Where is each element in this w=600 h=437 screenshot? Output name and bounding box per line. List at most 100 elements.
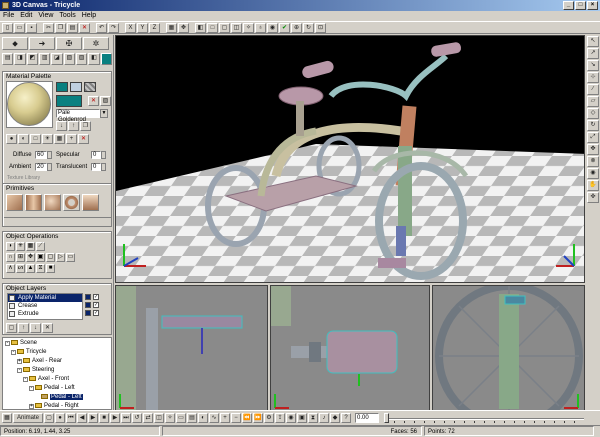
translucent-field[interactable]: 0	[91, 163, 101, 171]
camera-key-icon[interactable]: ◫	[154, 412, 164, 423]
last-frame-icon[interactable]: ⏭	[121, 412, 131, 423]
split-icon[interactable]: ◫	[231, 22, 242, 33]
sound-icon[interactable]: ♪	[319, 412, 329, 423]
tree-item[interactable]: - Pedal - Left	[29, 384, 75, 392]
play-icon[interactable]: ▶	[88, 412, 98, 423]
rotate-tool-icon[interactable]: ↻	[587, 120, 599, 131]
eye-icon[interactable]: ◉	[587, 168, 599, 179]
delete-icon[interactable]: ✕	[79, 22, 90, 33]
op-triangle-icon[interactable]: ▲	[26, 264, 35, 273]
plane-icon[interactable]: □	[30, 134, 41, 144]
menu-help[interactable]: Help	[82, 11, 96, 21]
tree-item[interactable]: - Steering	[17, 366, 54, 374]
zoom-icon[interactable]: ⊕	[291, 22, 302, 33]
settings-tab-icon[interactable]: ✲	[83, 37, 109, 50]
path-icon[interactable]: ∿	[209, 412, 219, 423]
render-icon[interactable]: ✔	[279, 22, 290, 33]
marker-icon[interactable]: ◆	[330, 412, 340, 423]
layer-visible-checkbox[interactable]	[85, 294, 91, 300]
cut-icon[interactable]: ✂	[43, 22, 54, 33]
mode3-icon[interactable]: ◩	[26, 53, 38, 65]
remove-material-icon[interactable]: ✕	[78, 134, 89, 144]
diffuse-field[interactable]: 60	[35, 151, 47, 159]
op-square-icon[interactable]: ■	[46, 264, 55, 273]
object-icon[interactable]: ◇	[587, 108, 599, 119]
op-round-icon[interactable]: ◗	[6, 242, 15, 251]
rewind-icon[interactable]: ⏪	[242, 412, 252, 423]
color-swatch-light[interactable]	[70, 82, 82, 92]
tree-item[interactable]: + Pedal - Right	[29, 402, 79, 409]
tree-item[interactable]: - Axel - Front	[23, 375, 69, 383]
pointer-tab-icon[interactable]: ⬥	[2, 37, 28, 50]
mode7-icon[interactable]: ▨	[75, 53, 88, 65]
animate-button[interactable]: Animate	[13, 412, 43, 423]
fit-icon[interactable]: ⊡	[315, 22, 326, 33]
copy-icon[interactable]: ❐	[55, 22, 66, 33]
mode4-icon[interactable]: ▥	[38, 53, 51, 65]
ambient-spinner[interactable]	[47, 163, 52, 171]
key-del-icon[interactable]: −	[231, 412, 241, 423]
timeline-thumb[interactable]	[384, 412, 389, 423]
front-viewport[interactable]	[115, 285, 268, 411]
layer-up-icon[interactable]: ↑	[18, 323, 29, 333]
render-anim-icon[interactable]: ◉	[286, 412, 296, 423]
tree-item-selected[interactable]: Pedal - Left	[41, 393, 83, 401]
layer-add-icon[interactable]: ▢	[6, 323, 17, 333]
op-frame-icon[interactable]: ▢	[46, 253, 55, 262]
layer-lock-checkbox[interactable]: ✓	[93, 310, 99, 316]
box-icon[interactable]: □	[207, 22, 218, 33]
op-play-icon[interactable]: ▷	[56, 253, 65, 262]
specular-field[interactable]: 0	[91, 151, 101, 159]
layer-lock-checkbox[interactable]: ✓	[93, 302, 99, 308]
move-tool-icon[interactable]: ✥	[587, 144, 599, 155]
material-select[interactable]: Pale Goldenrod	[56, 109, 100, 123]
forward-icon[interactable]: ⏩	[253, 412, 263, 423]
help-icon[interactable]: ?	[341, 412, 351, 423]
op-box-icon[interactable]: ▣	[36, 253, 45, 262]
ambient-field[interactable]: 20	[35, 163, 47, 171]
hand-icon[interactable]: ✋	[587, 180, 599, 191]
shade-icon[interactable]: ◐	[18, 134, 29, 144]
delete-material-icon[interactable]: ✕	[88, 96, 99, 106]
select-arrow-icon[interactable]: ↖	[587, 36, 599, 47]
light-key-icon[interactable]: ✧	[165, 412, 175, 423]
keyframe-icon[interactable]: ▦	[2, 412, 12, 423]
torus-primitive-icon[interactable]	[63, 194, 80, 211]
op-subdivide-icon[interactable]: ⊞	[16, 253, 25, 262]
mode5-icon[interactable]: ◪	[51, 53, 63, 65]
close-button[interactable]: ×	[587, 1, 598, 10]
redo-icon[interactable]: ↷	[108, 22, 119, 33]
axis-x-button[interactable]: X	[125, 22, 136, 33]
op-star-icon[interactable]: ✳	[16, 242, 25, 251]
export-icon[interactable]: ⇪	[275, 412, 285, 423]
record-icon[interactable]: ●	[55, 412, 65, 423]
cube-icon[interactable]: ◧	[195, 22, 206, 33]
layer-item[interactable]: Crease	[8, 302, 82, 310]
timeline-slider[interactable]	[384, 412, 584, 423]
mode6-icon[interactable]: ▧	[63, 53, 75, 65]
side-viewport[interactable]	[270, 285, 430, 411]
layer-item[interactable]: Extrude	[8, 310, 82, 318]
specular-spinner[interactable]	[101, 151, 106, 159]
translucent-spinner[interactable]	[101, 163, 106, 171]
maximize-button[interactable]: □	[575, 1, 586, 10]
material-color-block[interactable]	[56, 95, 82, 107]
tools-tab-icon[interactable]: ✠	[56, 37, 82, 50]
op-grid-icon[interactable]: ▦	[26, 242, 35, 251]
op-lathe-icon[interactable]: ∧	[6, 264, 15, 273]
menu-edit[interactable]: Edit	[20, 11, 32, 21]
material-down-icon[interactable]: ↓	[56, 121, 67, 131]
sphere-icon[interactable]: ●	[6, 134, 17, 144]
diffuse-spinner[interactable]	[47, 151, 52, 159]
frame-field[interactable]: 0.00	[355, 412, 379, 423]
op-arc-icon[interactable]: ∩	[6, 253, 15, 262]
layer-delete-icon[interactable]: ✕	[42, 323, 53, 333]
layer-visible-checkbox[interactable]	[85, 302, 91, 308]
op-mirror-icon[interactable]: ⧖	[36, 264, 45, 273]
layer-down-icon[interactable]: ↓	[30, 323, 41, 333]
undo-icon[interactable]: ↶	[96, 22, 107, 33]
open-icon[interactable]: ▭	[14, 22, 25, 33]
rotate-icon[interactable]: ↻	[303, 22, 314, 33]
layer-lock-checkbox[interactable]: ✓	[93, 294, 99, 300]
grid-icon[interactable]: ▦	[166, 22, 177, 33]
